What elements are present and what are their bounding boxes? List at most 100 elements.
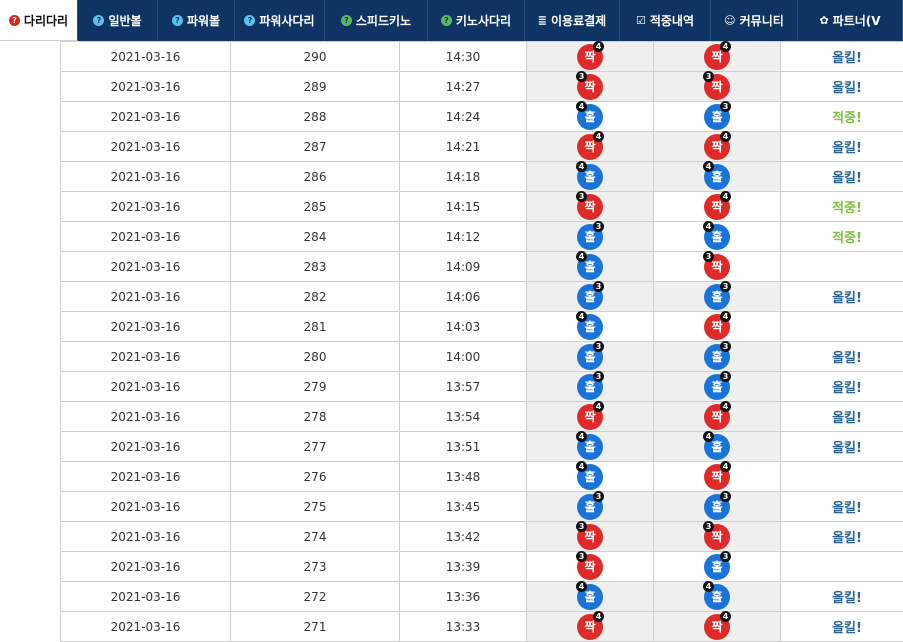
- pick2-cell: 홀3: [654, 552, 781, 582]
- table-row: 2021-03-1628614:18홀4홀4올킬!: [61, 162, 903, 192]
- result-ball: 짝3: [704, 74, 730, 100]
- result-cell: 올킬!: [781, 72, 903, 102]
- round-cell: 285: [231, 192, 400, 222]
- ball-count-badge: 3: [720, 371, 731, 382]
- result-ball: 짝3: [577, 524, 603, 550]
- ball-count-badge: 3: [576, 551, 587, 562]
- time-cell: 13:36: [400, 582, 527, 612]
- result-ball: 홀3: [577, 344, 603, 370]
- nav-label: 다리다리: [24, 12, 68, 29]
- pick1-cell: 짝4: [527, 132, 654, 162]
- result-cell: 올킬!: [781, 492, 903, 522]
- ball-count-badge: 4: [593, 41, 604, 52]
- nav-tab-5[interactable]: ?키노사다리: [428, 0, 525, 41]
- result-ball: 홀4: [577, 164, 603, 190]
- result-ball: 짝4: [704, 614, 730, 640]
- round-cell: 283: [231, 252, 400, 282]
- pick1-cell: 짝4: [527, 402, 654, 432]
- result-text: 올킬!: [832, 171, 862, 186]
- pick2-cell: 홀3: [654, 342, 781, 372]
- result-cell: 적중!: [781, 222, 903, 252]
- ball-count-badge: 4: [703, 221, 714, 232]
- result-text: 적중!: [832, 111, 862, 126]
- time-cell: 13:45: [400, 492, 527, 522]
- nav-label: 스피드키노: [356, 12, 411, 29]
- ball-label: 홀: [711, 380, 722, 394]
- result-ball: 홀3: [704, 494, 730, 520]
- result-ball: 짝3: [704, 524, 730, 550]
- result-text: 올킬!: [832, 291, 862, 306]
- nav-tab-3[interactable]: ?파워사다리: [235, 0, 325, 41]
- round-cell: 274: [231, 522, 400, 552]
- nav-tab-8[interactable]: ☺커뮤니티: [711, 0, 798, 41]
- ball-count-badge: 3: [720, 281, 731, 292]
- table-row: 2021-03-1627713:51홀4홀4올킬!: [61, 432, 903, 462]
- table-row: 2021-03-1628514:15짝3짝4적중!: [61, 192, 903, 222]
- result-ball: 짝4: [577, 614, 603, 640]
- result-text: 올킬!: [832, 141, 862, 156]
- result-cell: 올킬!: [781, 282, 903, 312]
- date-cell: 2021-03-16: [61, 492, 231, 522]
- pick1-cell: 짝3: [527, 552, 654, 582]
- pick2-cell: 짝4: [654, 192, 781, 222]
- ball-count-badge: 3: [720, 491, 731, 502]
- result-ball: 홀4: [577, 584, 603, 610]
- ball-label: 홀: [711, 500, 722, 514]
- result-ball: 짝3: [577, 74, 603, 100]
- result-ball: 홀3: [577, 494, 603, 520]
- nav-tab-4[interactable]: ?스피드키노: [325, 0, 428, 41]
- pick1-cell: 홀4: [527, 162, 654, 192]
- result-ball: 홀3: [704, 104, 730, 130]
- nav-label: 파워볼: [187, 12, 220, 29]
- pick1-cell: 홀4: [527, 582, 654, 612]
- ball-count-badge: 4: [593, 131, 604, 142]
- nav-tab-7[interactable]: ☑적중내역: [620, 0, 711, 41]
- pick1-cell: 짝3: [527, 522, 654, 552]
- table-row: 2021-03-1628414:12홀3홀4적중!: [61, 222, 903, 252]
- nav-tab-9[interactable]: ✿파트너(V: [798, 0, 903, 41]
- result-ball: 짝4: [577, 44, 603, 70]
- ball-label: 홀: [711, 230, 722, 244]
- time-cell: 14:09: [400, 252, 527, 282]
- date-cell: 2021-03-16: [61, 282, 231, 312]
- result-ball: 홀4: [577, 434, 603, 460]
- pick2-cell: 짝4: [654, 312, 781, 342]
- nav-tab-2[interactable]: ?파워볼: [158, 0, 235, 41]
- pick2-cell: 짝4: [654, 462, 781, 492]
- result-ball: 짝3: [704, 254, 730, 280]
- nav-label: 파트너(V: [833, 12, 881, 29]
- result-ball: 홀3: [577, 374, 603, 400]
- pick2-cell: 홀3: [654, 492, 781, 522]
- time-cell: 14:12: [400, 222, 527, 252]
- pick1-cell: 홀4: [527, 462, 654, 492]
- result-ball: 홀4: [704, 434, 730, 460]
- date-cell: 2021-03-16: [61, 252, 231, 282]
- result-cell: 올킬!: [781, 402, 903, 432]
- time-cell: 14:15: [400, 192, 527, 222]
- ball-label: 홀: [584, 440, 595, 454]
- table-row: 2021-03-1628114:03홀4짝4: [61, 312, 903, 342]
- result-ball: 짝4: [704, 314, 730, 340]
- time-cell: 14:00: [400, 342, 527, 372]
- pick2-cell: 홀4: [654, 222, 781, 252]
- result-cell: 올킬!: [781, 432, 903, 462]
- result-cell: [781, 252, 903, 282]
- nav-tab-6[interactable]: ≣이용료결제: [525, 0, 620, 41]
- ball-label: 짝: [584, 530, 595, 544]
- ball-count-badge: 4: [576, 101, 587, 112]
- round-cell: 289: [231, 72, 400, 102]
- ball-label: 짝: [711, 200, 722, 214]
- time-cell: 13:51: [400, 432, 527, 462]
- ball-label: 홀: [711, 170, 722, 184]
- pick1-cell: 홀3: [527, 372, 654, 402]
- table-row: 2021-03-1627613:48홀4짝4: [61, 462, 903, 492]
- ball-count-badge: 3: [703, 521, 714, 532]
- ball-label: 홀: [711, 290, 722, 304]
- nav-tab-0[interactable]: ? 다리다리: [0, 0, 78, 41]
- nav-tab-1[interactable]: ?일반볼: [78, 0, 158, 41]
- date-cell: 2021-03-16: [61, 102, 231, 132]
- nav-icon: ?: [9, 15, 20, 26]
- time-cell: 14:21: [400, 132, 527, 162]
- pick1-cell: 홀4: [527, 102, 654, 132]
- ball-count-badge: 4: [720, 131, 731, 142]
